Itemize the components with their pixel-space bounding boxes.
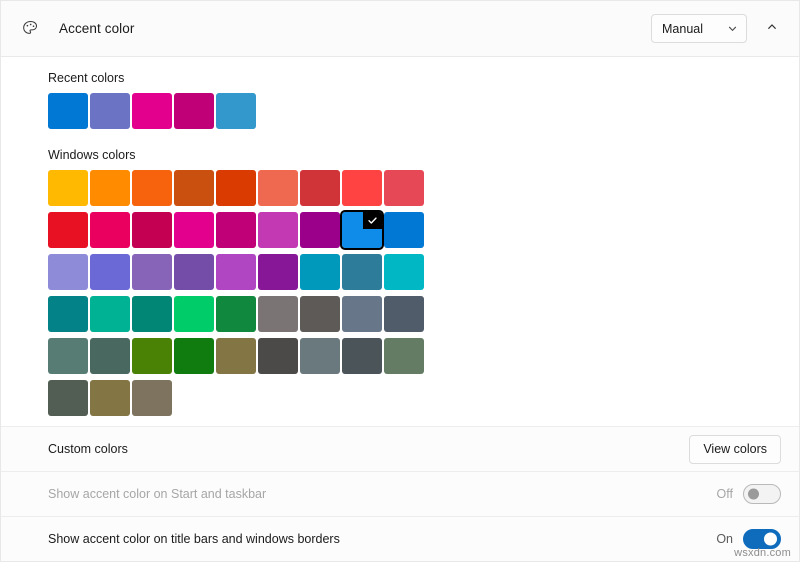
windows-color-swatch[interactable] — [132, 338, 172, 374]
windows-color-swatch[interactable] — [342, 254, 382, 290]
windows-colors-row — [48, 338, 799, 374]
windows-color-swatch[interactable] — [300, 338, 340, 374]
recent-colors-label: Recent colors — [48, 71, 125, 85]
windows-color-swatch[interactable] — [90, 212, 130, 248]
windows-color-swatch[interactable] — [174, 170, 214, 206]
chevron-up-icon — [766, 20, 778, 38]
custom-colors-actions: View colors — [689, 434, 781, 464]
windows-color-swatch[interactable] — [384, 254, 424, 290]
windows-color-swatch[interactable] — [300, 170, 340, 206]
windows-colors-row — [48, 254, 799, 290]
windows-colors-row — [48, 380, 799, 416]
windows-colors-label: Windows colors — [48, 148, 136, 162]
windows-colors-grid — [48, 170, 799, 416]
chevron-down-icon — [726, 23, 738, 35]
recent-color-swatch[interactable] — [48, 93, 88, 129]
accent-color-settings-page: Accent color Manual Recent colors Window… — [0, 0, 800, 562]
windows-color-swatch[interactable] — [384, 338, 424, 374]
windows-color-swatch[interactable] — [90, 254, 130, 290]
windows-color-swatch[interactable] — [300, 296, 340, 332]
windows-color-swatch[interactable] — [258, 338, 298, 374]
page-title: Accent color — [59, 21, 135, 36]
accent-color-header: Accent color Manual — [1, 1, 799, 57]
windows-color-swatch[interactable] — [216, 338, 256, 374]
windows-color-swatch[interactable] — [174, 296, 214, 332]
windows-color-swatch[interactable] — [174, 338, 214, 374]
toggle-knob — [748, 488, 759, 500]
windows-color-swatch[interactable] — [132, 170, 172, 206]
windows-colors-row — [48, 210, 799, 250]
windows-color-swatch[interactable] — [384, 170, 424, 206]
windows-color-swatch[interactable] — [258, 212, 298, 248]
show-accent-start-taskbar-toggle[interactable] — [743, 484, 781, 504]
windows-color-swatch[interactable] — [258, 254, 298, 290]
show-accent-titlebars-state: On — [716, 532, 733, 546]
recent-color-swatch[interactable] — [174, 93, 214, 129]
windows-color-swatch[interactable] — [174, 254, 214, 290]
windows-color-swatch[interactable] — [342, 338, 382, 374]
show-accent-titlebars-controls: On — [716, 529, 781, 549]
palette-area: Recent colors Windows colors — [1, 57, 799, 426]
windows-color-swatch[interactable] — [300, 254, 340, 290]
windows-color-swatch[interactable] — [48, 212, 88, 248]
windows-color-swatch[interactable] — [48, 338, 88, 374]
windows-color-swatch[interactable] — [132, 296, 172, 332]
custom-colors-label: Custom colors — [48, 442, 128, 456]
windows-color-swatch[interactable] — [216, 254, 256, 290]
toggle-knob — [764, 532, 777, 546]
windows-color-swatch[interactable] — [48, 254, 88, 290]
windows-color-swatch[interactable] — [258, 170, 298, 206]
windows-colors-row — [48, 296, 799, 332]
show-accent-titlebars-label: Show accent color on title bars and wind… — [48, 532, 340, 546]
show-accent-start-taskbar-state: Off — [716, 487, 733, 501]
windows-color-swatch[interactable] — [48, 170, 88, 206]
windows-color-swatch[interactable] — [258, 296, 298, 332]
header-controls: Manual — [651, 14, 785, 43]
windows-color-swatch[interactable] — [216, 170, 256, 206]
windows-color-swatch[interactable] — [216, 296, 256, 332]
watermark: wsxdn.com — [734, 547, 791, 559]
view-colors-button[interactable]: View colors — [689, 434, 781, 464]
show-accent-start-taskbar-row: Show accent color on Start and taskbar O… — [1, 471, 799, 516]
windows-colors-section: Windows colors — [48, 148, 799, 416]
accent-mode-dropdown[interactable]: Manual — [651, 14, 747, 43]
windows-color-swatch[interactable] — [48, 296, 88, 332]
show-accent-titlebars-row: Show accent color on title bars and wind… — [1, 516, 799, 561]
windows-color-swatch[interactable] — [90, 380, 130, 416]
check-icon — [363, 212, 382, 229]
accent-mode-value: Manual — [662, 21, 703, 36]
windows-color-swatch[interactable] — [90, 170, 130, 206]
windows-color-swatch[interactable] — [342, 170, 382, 206]
custom-colors-row: Custom colors View colors — [1, 426, 799, 471]
recent-colors-section: Recent colors — [48, 71, 799, 129]
recent-colors-grid — [48, 93, 799, 129]
windows-color-swatch[interactable] — [384, 296, 424, 332]
windows-colors-row — [48, 170, 799, 206]
palette-icon — [15, 14, 45, 44]
collapse-section-button[interactable] — [759, 16, 785, 42]
windows-color-swatch[interactable] — [300, 212, 340, 248]
windows-color-swatch[interactable] — [132, 380, 172, 416]
recent-color-swatch[interactable] — [132, 93, 172, 129]
windows-color-swatch[interactable] — [132, 254, 172, 290]
recent-color-swatch[interactable] — [216, 93, 256, 129]
show-accent-start-taskbar-controls: Off — [717, 484, 781, 504]
show-accent-start-taskbar-label: Show accent color on Start and taskbar — [48, 487, 267, 501]
windows-color-swatch-selected[interactable] — [340, 210, 384, 250]
windows-color-swatch[interactable] — [384, 212, 424, 248]
windows-color-swatch[interactable] — [216, 212, 256, 248]
windows-color-swatch[interactable] — [90, 338, 130, 374]
recent-color-swatch[interactable] — [90, 93, 130, 129]
show-accent-titlebars-toggle[interactable] — [743, 529, 781, 549]
windows-color-swatch[interactable] — [174, 212, 214, 248]
windows-color-swatch[interactable] — [48, 380, 88, 416]
windows-color-swatch[interactable] — [90, 296, 130, 332]
windows-color-swatch[interactable] — [132, 212, 172, 248]
windows-color-swatch[interactable] — [342, 296, 382, 332]
